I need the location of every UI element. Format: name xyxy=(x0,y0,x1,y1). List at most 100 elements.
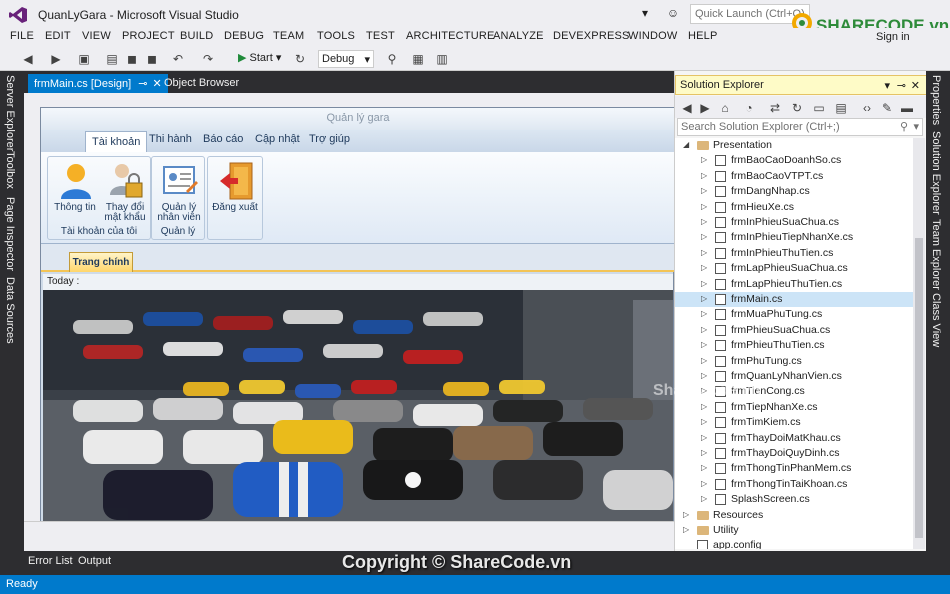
close-icon[interactable]: ✕ xyxy=(911,79,920,92)
menu-file[interactable]: FILE xyxy=(10,30,34,42)
menu-window[interactable]: WINDOW xyxy=(628,30,677,42)
tree-item[interactable]: ▷ Resources xyxy=(675,508,913,523)
tree-item[interactable]: ▷ frmInPhieuTiepNhanXe.cs xyxy=(675,230,913,245)
collapse-all-icon[interactable]: ▭ xyxy=(811,100,827,116)
tree-item[interactable]: ▷ frmThongTinTaiKhoan.cs xyxy=(675,477,913,492)
start-button[interactable]: ▶ Start ▾ xyxy=(238,51,281,64)
tree-item[interactable]: ▷ frmHieuXe.cs xyxy=(675,200,913,215)
ribbon-tab-thi-hanh[interactable]: Thi hành xyxy=(149,133,192,145)
expand-arrow-icon[interactable]: ▷ xyxy=(701,248,707,257)
tree-item[interactable]: ▷ frmPhieuSuaChua.cs xyxy=(675,323,913,338)
ribbon-tab-cap-nhat[interactable]: Cập nhật xyxy=(255,133,300,145)
tree-item[interactable]: ▷ frmPhieuThuTien.cs xyxy=(675,338,913,353)
tab-trang-chinh[interactable]: Trang chính xyxy=(69,252,133,272)
refresh-icon[interactable]: ↻ xyxy=(789,100,805,116)
tree-item[interactable]: ▷ frmLapPhieuThuTien.cs xyxy=(675,277,913,292)
tree-item[interactable]: ▷ frmThongTinPhanMem.cs xyxy=(675,461,913,476)
home-icon[interactable]: ⌂ xyxy=(717,100,733,116)
redo-icon[interactable]: ↷ xyxy=(200,51,216,67)
tree-item[interactable]: ◢ Presentation xyxy=(675,138,913,153)
tree-item[interactable]: ▷ frmMain.cs xyxy=(675,292,913,308)
menu-edit[interactable]: EDIT xyxy=(45,30,71,42)
menu-project[interactable]: PROJECT xyxy=(122,30,175,42)
expand-arrow-icon[interactable]: ▷ xyxy=(701,433,707,442)
data-sources-tab[interactable]: Data Sources xyxy=(4,277,16,344)
forward-icon[interactable]: ▶ xyxy=(48,51,64,67)
dropdown-icon[interactable]: ▾ xyxy=(884,79,890,92)
expand-arrow-icon[interactable]: ▷ xyxy=(701,171,707,180)
pin-icon[interactable]: ⊸ xyxy=(138,78,147,90)
properties-icon[interactable]: ✎ xyxy=(879,100,895,116)
expand-arrow-icon[interactable]: ▷ xyxy=(701,202,707,211)
tab-frmmain-design[interactable]: frmMain.cs [Design] ⊸ ✕ xyxy=(28,74,168,93)
tree-item[interactable]: ▷ frmInPhieuSuaChua.cs xyxy=(675,215,913,230)
search-icon[interactable]: ⚲ xyxy=(900,120,908,133)
pin-icon[interactable]: ⊸ xyxy=(897,79,906,92)
undo-icon[interactable]: ↶ xyxy=(170,51,186,67)
error-list-tab[interactable]: Error List xyxy=(28,555,73,567)
tree-item[interactable]: ▷ frmBaoCaoDoanhSo.cs xyxy=(675,153,913,168)
find-icon[interactable]: ⚲ xyxy=(384,51,400,67)
tree-item[interactable]: ▷ SplashScreen.cs xyxy=(675,492,913,507)
back-icon[interactable]: ◀ xyxy=(20,51,36,67)
toolbox-tab[interactable]: Toolbox xyxy=(4,151,16,189)
ribbon-tab-tro-giup[interactable]: Trợ giúp xyxy=(309,133,350,145)
tree-item[interactable]: ▷ frmLapPhieuSuaChua.cs xyxy=(675,261,913,276)
expand-arrow-icon[interactable]: ▷ xyxy=(701,279,707,288)
menu-tools[interactable]: TOOLS xyxy=(317,30,355,42)
expand-arrow-icon[interactable]: ▷ xyxy=(701,217,707,226)
sign-in-link[interactable]: Sign in xyxy=(876,31,910,43)
chevron-down-icon[interactable]: ▾ xyxy=(913,120,919,133)
expand-arrow-icon[interactable]: ▷ xyxy=(701,479,707,488)
align-icon[interactable]: ▥ xyxy=(434,51,450,67)
tree-item[interactable]: ▷ frmInPhieuThuTien.cs xyxy=(675,246,913,261)
menu-test[interactable]: TEST xyxy=(366,30,395,42)
preview-icon[interactable]: ▬ xyxy=(899,100,915,116)
save-all-icon[interactable]: ◼ xyxy=(144,51,160,67)
menu-help[interactable]: HELP xyxy=(688,30,718,42)
attach-icon[interactable]: ↻ xyxy=(292,51,308,67)
dang-xuat-button[interactable]: Đăng xuất xyxy=(210,159,260,223)
tab-object-browser[interactable]: Object Browser xyxy=(158,74,245,93)
new-project-icon[interactable]: ▣ xyxy=(76,51,92,67)
tree-item[interactable]: ▷ frmThayDoiQuyDinh.cs xyxy=(675,446,913,461)
expand-arrow-icon[interactable]: ▷ xyxy=(683,525,689,534)
ribbon-tab-tai-khoan[interactable]: Tài khoản xyxy=(85,131,148,153)
expand-arrow-icon[interactable]: ▷ xyxy=(701,417,707,426)
menu-build[interactable]: BUILD xyxy=(180,30,213,42)
pending-changes-icon[interactable]: ◔ xyxy=(741,100,757,116)
expand-arrow-icon[interactable]: ▷ xyxy=(701,155,707,164)
menu-team[interactable]: TEAM xyxy=(273,30,304,42)
expand-arrow-icon[interactable]: ▷ xyxy=(701,463,707,472)
thay-doi-mat-khau-button[interactable]: Thay đổi mật khẩu xyxy=(100,159,150,223)
scrollbar-thumb[interactable] xyxy=(915,238,923,538)
menu-view[interactable]: VIEW xyxy=(82,30,111,42)
open-file-icon[interactable]: ▤ xyxy=(104,51,120,67)
layout-icon[interactable]: ▦ xyxy=(410,51,426,67)
expand-arrow-icon[interactable]: ▷ xyxy=(701,325,707,334)
expand-arrow-icon[interactable]: ▷ xyxy=(701,494,707,503)
collapse-arrow-icon[interactable]: ◢ xyxy=(683,140,689,149)
tree-item[interactable]: ▷ frmTimKiem.cs xyxy=(675,415,913,430)
save-icon[interactable]: ◼ xyxy=(124,51,140,67)
expand-arrow-icon[interactable]: ▷ xyxy=(701,186,707,195)
solution-explorer-tab[interactable]: Solution Explorer xyxy=(930,131,942,215)
team-explorer-tab[interactable]: Team Explorer xyxy=(930,219,942,290)
expand-arrow-icon[interactable]: ▷ xyxy=(701,340,707,349)
expand-arrow-icon[interactable]: ▷ xyxy=(683,510,689,519)
tree-item[interactable]: ▷ frmThayDoiMatKhau.cs xyxy=(675,431,913,446)
ribbon-tab-bao-cao[interactable]: Báo cáo xyxy=(203,133,243,145)
tree-item[interactable]: ▷ frmPhuTung.cs xyxy=(675,354,913,369)
feedback-icon[interactable]: ☺ xyxy=(664,4,682,22)
sync-icon[interactable]: ⇄ xyxy=(767,100,783,116)
show-all-files-icon[interactable]: ▤ xyxy=(833,100,849,116)
back-icon[interactable]: ◀ xyxy=(679,100,695,116)
thong-tin-button[interactable]: Thông tin xyxy=(50,159,100,223)
tree-item[interactable]: ▷ frmBaoCaoVTPT.cs xyxy=(675,169,913,184)
tree-item[interactable]: ▷ frmMuaPhuTung.cs xyxy=(675,307,913,322)
tree-item[interactable]: ▷ frmDangNhap.cs xyxy=(675,184,913,199)
expand-arrow-icon[interactable]: ▷ xyxy=(701,309,707,318)
expand-arrow-icon[interactable]: ▷ xyxy=(701,402,707,411)
expand-arrow-icon[interactable]: ▷ xyxy=(701,448,707,457)
solution-search-input[interactable]: Search Solution Explorer (Ctrl+;) ⚲ ▾ xyxy=(677,118,923,136)
